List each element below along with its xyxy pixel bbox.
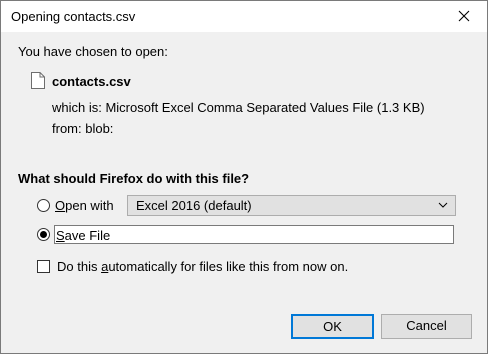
auto-checkbox-label[interactable]: Do this automatically for files like thi… [57, 259, 348, 274]
file-icon [31, 72, 45, 89]
window-title: Opening contacts.csv [11, 9, 136, 24]
close-icon [458, 10, 470, 22]
question-heading: What should Firefox do with this file? [18, 171, 250, 186]
file-open-dialog: Opening contacts.csv You have chosen to … [0, 0, 488, 354]
radio-selected-dot [40, 231, 47, 238]
save-file-label[interactable]: Save File [54, 225, 454, 244]
auto-checkbox[interactable] [37, 260, 50, 273]
file-type: which is: Microsoft Excel Comma Separate… [52, 100, 425, 115]
app-select-value: Excel 2016 (default) [136, 198, 252, 213]
open-with-radio[interactable] [37, 199, 50, 212]
file-source: from: blob: [52, 121, 114, 136]
app-select[interactable]: Excel 2016 (default) [127, 195, 456, 216]
cancel-button[interactable]: Cancel [381, 314, 472, 339]
file-name: contacts.csv [52, 74, 131, 89]
intro-text: You have chosen to open: [18, 44, 168, 59]
open-with-label[interactable]: Open with [55, 198, 114, 213]
close-button[interactable] [441, 1, 487, 32]
save-file-radio[interactable] [37, 228, 50, 241]
title-bar: Opening contacts.csv [1, 1, 487, 32]
ok-button[interactable]: OK [291, 314, 374, 339]
chevron-down-icon [438, 202, 448, 208]
